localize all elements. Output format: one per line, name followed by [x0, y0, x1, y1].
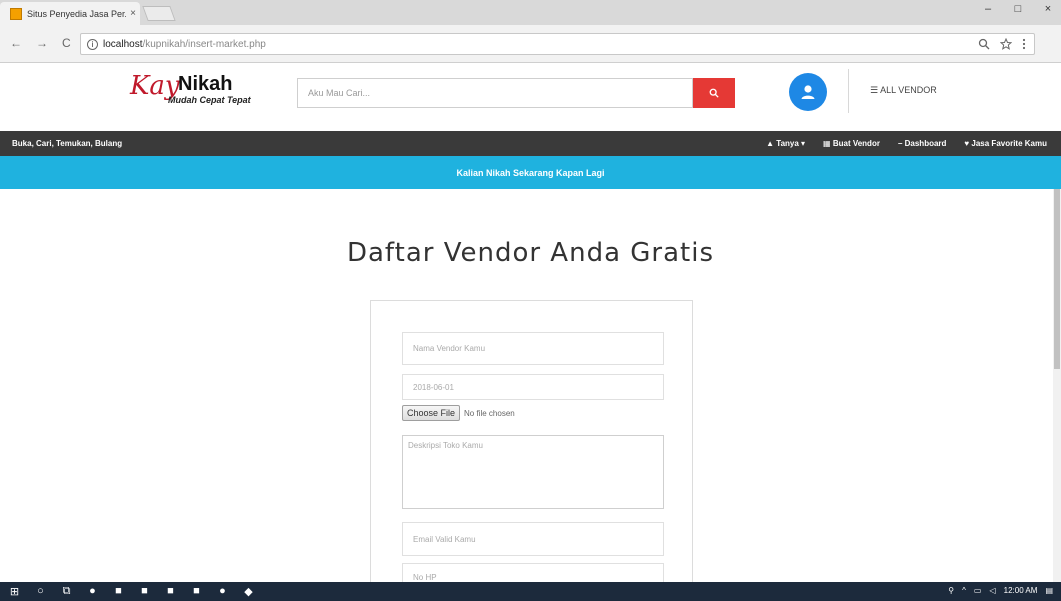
explorer-app-icon[interactable]: ■ [112, 585, 125, 598]
nav-item-label: Jasa Favorite Kamu [971, 139, 1047, 148]
nav-item-tanya[interactable]: ▲ Tanya ▾ [766, 139, 805, 148]
back-button[interactable]: ← [10, 36, 22, 50]
os-taskbar: ⊞ ○ ⧉ ● ■ ■ ■ ■ ● ◆ ⚲ ^ ▭ ◁ 12:00 AM ▤ [0, 582, 1061, 601]
info-icon[interactable]: i [87, 38, 98, 50]
vendor-name-placeholder: Nama Vendor Kamu [413, 344, 486, 353]
vendor-form-card: Nama Vendor Kamu 2018-06-01 Choose File … [370, 300, 693, 591]
browser-tab[interactable]: Situs Penyedia Jasa Per... × [0, 2, 140, 25]
all-vendor-link[interactable]: ☰ ALL VENDOR [870, 85, 937, 96]
new-tab-button[interactable] [142, 6, 176, 21]
browser-tabstrip: Situs Penyedia Jasa Per... × – □ × [0, 0, 1061, 25]
date-input[interactable]: 2018-06-01 [402, 374, 664, 400]
site-logo[interactable]: Kay Nikah Mudah Cepat Tepat [130, 71, 255, 115]
list-icon: ☰ [870, 85, 881, 95]
file-status: No file chosen [464, 408, 515, 418]
people-icon[interactable]: ⚲ [948, 586, 954, 595]
email-input[interactable]: Email Valid Kamu [402, 522, 664, 556]
nav-slogan: Buka, Cari, Temukan, Bulang [12, 139, 123, 148]
tab-title: Situs Penyedia Jasa Per... [27, 8, 126, 19]
app-icon[interactable]: ● [216, 585, 229, 598]
url-path: /kupnikah/insert-market.php [142, 38, 266, 50]
volume-icon[interactable]: ◁ [989, 586, 995, 595]
all-vendor-label: ALL VENDOR [880, 85, 937, 95]
address-bar[interactable]: i localhost /kupnikah/insert-market.php [80, 33, 1035, 55]
battery-icon[interactable]: ▭ [974, 586, 982, 595]
logo-tagline: Mudah Cepat Tepat [168, 95, 251, 105]
nav-item-label: Dashboard [904, 139, 947, 148]
choose-file-button[interactable]: Choose File [402, 405, 461, 421]
maximize-button[interactable]: □ [1011, 3, 1025, 15]
reload-button[interactable]: C [62, 36, 71, 50]
site-header: Kay Nikah Mudah Cepat Tepat Aku Mau Cari… [0, 63, 1061, 131]
description-placeholder: Deskripsi Toko Kamu [408, 441, 483, 450]
banner-text: Kalian Nikah Sekarang Kapan Lagi [456, 167, 605, 178]
url-host: localhost [103, 38, 143, 50]
user-icon [801, 85, 815, 99]
phone-placeholder: No HP [413, 573, 437, 582]
vendor-name-input[interactable]: Nama Vendor Kamu [402, 332, 664, 365]
nav-item-buat-vendor[interactable]: ▦ Buat Vendor [823, 139, 880, 148]
browser-menu-icon[interactable] [1022, 38, 1026, 50]
system-tray: ⚲ ^ ▭ ◁ 12:00 AM ▤ [948, 586, 1053, 595]
promo-banner: Kalian Nikah Sekarang Kapan Lagi [0, 156, 1061, 189]
tray-chevron-icon[interactable]: ^ [962, 586, 966, 595]
windows-start-icon[interactable]: ⊞ [8, 585, 21, 598]
minimize-button[interactable]: – [981, 3, 995, 15]
taskbar-apps: ⊞ ○ ⧉ ● ■ ■ ■ ■ ● ◆ [8, 585, 255, 598]
omnibox-actions [978, 38, 1026, 50]
logo-word: Nikah [178, 73, 233, 95]
notification-icon[interactable]: ▤ [1045, 586, 1053, 595]
page-title: Daftar Vendor Anda Gratis [346, 238, 715, 268]
page-scrollbar[interactable] [1053, 189, 1061, 582]
zoom-icon[interactable] [978, 38, 990, 50]
scrollbar-thumb[interactable] [1054, 189, 1060, 369]
site-favicon-icon [10, 7, 22, 20]
date-value: 2018-06-01 [413, 382, 454, 392]
email-placeholder: Email Valid Kamu [413, 534, 476, 544]
user-small-icon: ▲ [766, 139, 777, 148]
window-controls: – □ × [981, 3, 1055, 15]
app-icon[interactable]: ■ [190, 585, 203, 598]
header-divider [848, 69, 849, 113]
app-icon[interactable]: ■ [164, 585, 177, 598]
browser-nav: ← → C [10, 36, 71, 50]
user-account-button[interactable] [789, 73, 827, 111]
top-navbar: Buka, Cari, Temukan, Bulang ▲ Tanya ▾ ▦ … [0, 131, 1061, 156]
close-window-button[interactable]: × [1041, 3, 1055, 15]
dash-icon: – [897, 139, 905, 148]
task-view-icon[interactable]: ⧉ [60, 585, 73, 598]
search-placeholder: Aku Mau Cari... [308, 88, 371, 98]
nav-item-label: Buat Vendor [832, 139, 880, 148]
description-textarea[interactable]: Deskripsi Toko Kamu [402, 435, 664, 509]
tab-close-icon[interactable]: × [126, 8, 140, 19]
search-circle-icon[interactable]: ○ [34, 585, 47, 598]
nav-item-favorite[interactable]: ♥ Jasa Favorite Kamu [964, 139, 1047, 148]
clock[interactable]: 12:00 AM [1004, 586, 1038, 595]
search-button[interactable] [693, 78, 735, 108]
file-upload: Choose File No file chosen [402, 405, 515, 421]
nav-item-dashboard[interactable]: – Dashboard [898, 139, 946, 148]
chrome-app-icon[interactable]: ● [86, 585, 99, 598]
search-input[interactable]: Aku Mau Cari... [297, 78, 693, 108]
app-icon[interactable]: ■ [138, 585, 151, 598]
grid-icon: ▦ [823, 139, 833, 148]
forward-button[interactable]: → [36, 36, 48, 50]
nav-item-label: Tanya ▾ [776, 139, 806, 148]
nav-menu: ▲ Tanya ▾ ▦ Buat Vendor – Dashboard ♥ Ja… [766, 139, 1047, 148]
star-icon[interactable] [1000, 38, 1012, 50]
browser-toolbar: ← → C i localhost /kupnikah/insert-marke… [0, 25, 1061, 63]
search-icon [709, 88, 719, 98]
app-icon[interactable]: ◆ [242, 585, 255, 598]
